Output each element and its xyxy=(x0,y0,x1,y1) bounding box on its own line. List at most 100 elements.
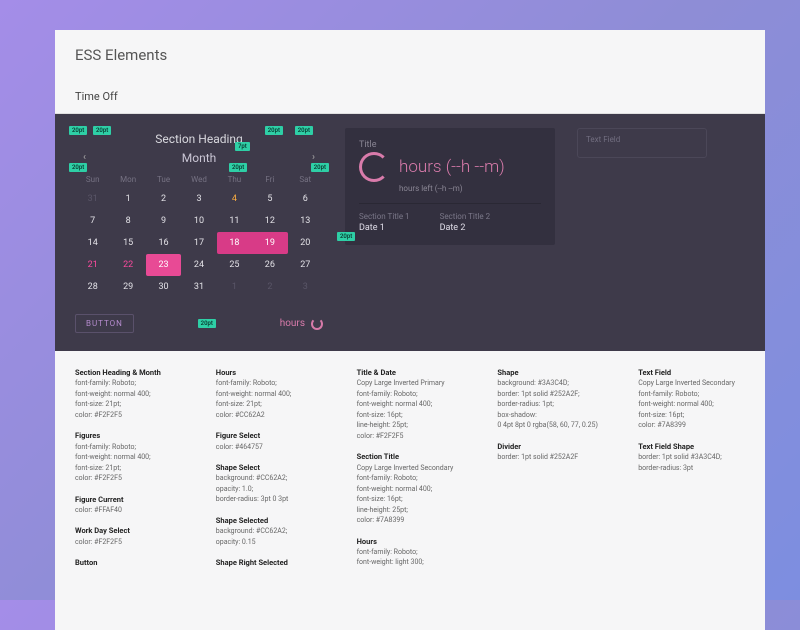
spec-line: border: 1pt solid #3A3C4D; xyxy=(638,452,745,463)
day-cell[interactable]: 3 xyxy=(181,188,216,210)
day-cell[interactable]: 31 xyxy=(75,188,110,210)
day-cell[interactable]: 13 xyxy=(288,210,323,232)
spec-line: font-family: Roboto; xyxy=(216,378,323,389)
day-cell[interactable]: 27 xyxy=(288,254,323,276)
day-cell[interactable]: 5 xyxy=(252,188,287,210)
section-title-2: Section Title 2 xyxy=(440,212,491,221)
day-cell-selected[interactable]: 18 xyxy=(217,232,252,254)
day-cell[interactable]: 26 xyxy=(252,254,287,276)
section-title-1: Section Title 1 xyxy=(359,212,410,221)
spacing-tag: 20pt xyxy=(265,126,283,135)
hours-card: Title hours (--h --m) hours left (--h --… xyxy=(345,128,555,245)
spacing-tag: 20pt xyxy=(337,232,355,241)
spec-title: Button xyxy=(75,557,182,568)
spacing-tag: 20pt xyxy=(229,163,247,172)
spec-line: border-radius: 3pt 0 3pt xyxy=(216,494,323,505)
dow: Wed xyxy=(181,171,216,188)
progress-ring-icon xyxy=(359,152,389,182)
day-cell[interactable]: 2 xyxy=(252,276,287,298)
dow: Tue xyxy=(146,171,181,188)
spec-title: Shape Right Selected xyxy=(216,557,323,568)
spec-line: font-size: 21pt; xyxy=(75,399,182,410)
day-cell-selected[interactable]: 19 xyxy=(252,232,287,254)
spec-line: font-family: Roboto; xyxy=(75,378,182,389)
spec-line: font-family: Roboto; xyxy=(638,389,745,400)
spec-line: font-weight: normal 400; xyxy=(357,484,464,495)
spec-line: border: 1pt solid #252A2F; xyxy=(497,389,604,400)
day-cell-today[interactable]: 4 xyxy=(217,188,252,210)
day-cell[interactable]: 1 xyxy=(110,188,145,210)
text-field[interactable]: Text Field xyxy=(577,128,707,158)
day-cell[interactable]: 11 xyxy=(217,210,252,232)
spec-line: Copy Large Inverted Secondary xyxy=(357,463,464,474)
spec-line: box-shadow: xyxy=(497,410,604,421)
calendar: 20pt 20pt 20pt 20pt Section Heading 7pt … xyxy=(75,128,323,333)
month-label: Month xyxy=(182,151,216,165)
spec-title: Text Field xyxy=(638,367,745,378)
day-cell-focus[interactable]: 23 xyxy=(146,254,181,276)
day-cell[interactable]: 1 xyxy=(217,276,252,298)
day-cell[interactable]: 12 xyxy=(252,210,287,232)
spec-line: color: #CC62A2 xyxy=(216,410,323,421)
day-cell[interactable]: 28 xyxy=(75,276,110,298)
day-cell[interactable]: 22 xyxy=(110,254,145,276)
spec-line: font-weight: normal 400; xyxy=(638,399,745,410)
date-1: Date 1 xyxy=(359,223,410,233)
dow: Sun xyxy=(75,171,110,188)
spec-line: line-height: 25pt; xyxy=(357,505,464,516)
spec-title: Figure Select xyxy=(216,430,323,441)
spec-line: border-radius: 3pt xyxy=(638,463,745,474)
calendar-grid: Sun Mon Tue Wed Thu Fri Sat 31 1 2 3 4 5… xyxy=(75,171,323,298)
spec-line: opacity: 0.15 xyxy=(216,537,323,548)
day-cell[interactable]: 30 xyxy=(146,276,181,298)
spec-line: Copy Large Inverted Primary xyxy=(357,378,464,389)
day-cell[interactable]: 21 xyxy=(75,254,110,276)
spec-line: color: #F2F2F5 xyxy=(75,410,182,421)
spec-line: line-height: 25pt; xyxy=(357,420,464,431)
day-cell[interactable]: 25 xyxy=(217,254,252,276)
day-cell[interactable]: 3 xyxy=(288,276,323,298)
day-cell[interactable]: 8 xyxy=(110,210,145,232)
spec-line: border: 1pt solid #252A2F xyxy=(497,452,604,463)
spec-title: Section Title xyxy=(357,451,464,462)
day-cell[interactable]: 15 xyxy=(110,232,145,254)
spec-line: font-size: 16pt; xyxy=(357,410,464,421)
day-cell[interactable]: 24 xyxy=(181,254,216,276)
day-cell[interactable]: 10 xyxy=(181,210,216,232)
day-cell[interactable]: 14 xyxy=(75,232,110,254)
spec-line: color: #464757 xyxy=(216,442,323,453)
page-title: ESS Elements xyxy=(55,30,765,80)
spec-line: Copy Large Inverted Secondary xyxy=(638,378,745,389)
day-cell[interactable]: 17 xyxy=(181,232,216,254)
spec-title: Figure Current xyxy=(75,494,182,505)
day-cell[interactable]: 29 xyxy=(110,276,145,298)
spacing-tag: 7pt xyxy=(235,142,250,151)
spec-title: Title & Date xyxy=(357,367,464,378)
spec-title: Hours xyxy=(216,367,323,378)
spec-line: border-radius: 1pt; xyxy=(497,399,604,410)
card-title: Title xyxy=(359,140,541,150)
spacing-tag: 20pt xyxy=(69,163,87,172)
spec-line: font-weight: normal 400; xyxy=(216,389,323,400)
day-cell[interactable]: 6 xyxy=(288,188,323,210)
day-cell[interactable]: 9 xyxy=(146,210,181,232)
calendar-button[interactable]: BUTTON xyxy=(75,314,134,333)
spacing-tag: 20pt xyxy=(295,126,313,135)
spec-title: Shape xyxy=(497,367,604,378)
day-cell[interactable]: 7 xyxy=(75,210,110,232)
spec-line: font-weight: light 300; xyxy=(357,557,464,568)
day-cell[interactable]: 2 xyxy=(146,188,181,210)
day-cell[interactable]: 16 xyxy=(146,232,181,254)
day-cell[interactable]: 31 xyxy=(181,276,216,298)
dow: Fri xyxy=(252,171,287,188)
hours-pill-label: hours xyxy=(280,318,305,329)
spacing-tag: 20pt xyxy=(198,319,216,328)
hours-display: hours (--h --m) xyxy=(399,157,505,177)
spec-title: Shape Selected xyxy=(216,515,323,526)
dark-panel: 20pt 20pt 20pt 20pt Section Heading 7pt … xyxy=(55,114,765,351)
spec-title: Shape Select xyxy=(216,462,323,473)
spec-line: font-size: 21pt; xyxy=(75,463,182,474)
day-cell[interactable]: 20 xyxy=(288,232,323,254)
spacing-tag: 20pt xyxy=(311,163,329,172)
spec-line: font-weight: normal 400; xyxy=(75,389,182,400)
